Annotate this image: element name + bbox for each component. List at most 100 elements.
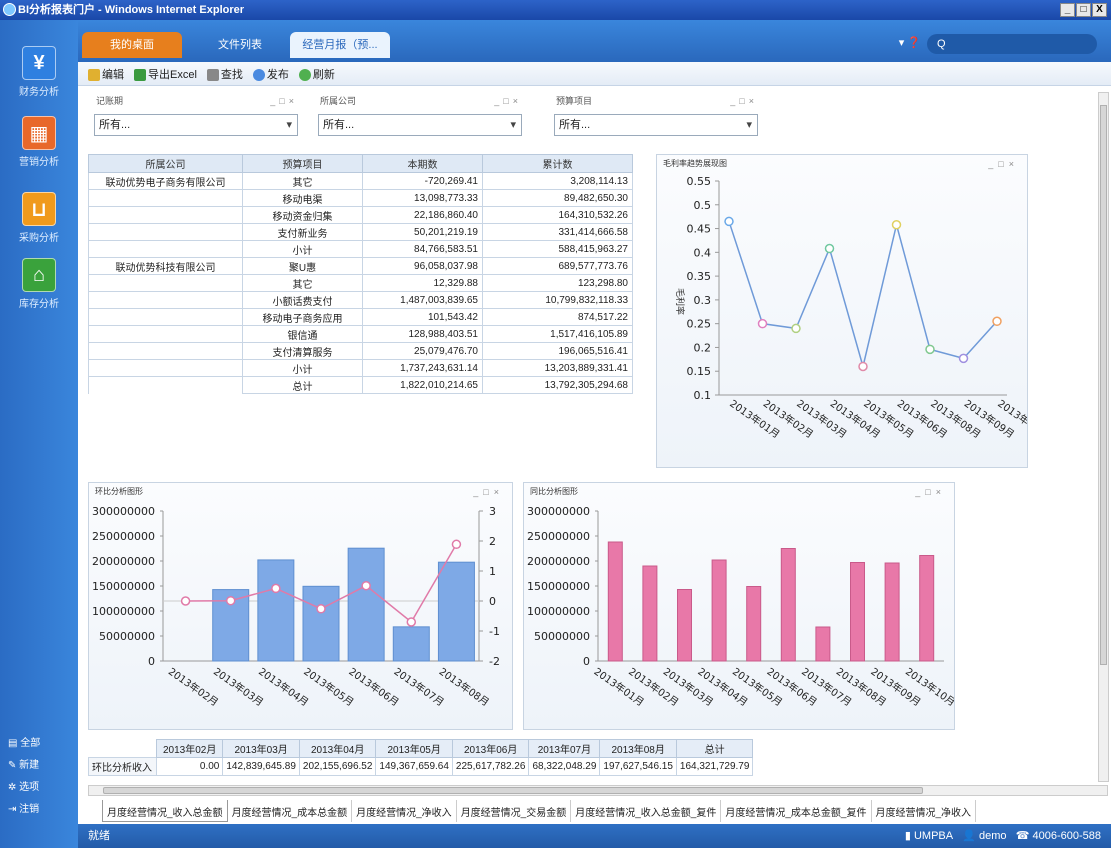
data-point <box>451 539 462 550</box>
horizontal-scrollbar[interactable] <box>88 785 1108 796</box>
sidebar-all[interactable]: ▤ 全部 <box>8 734 40 749</box>
cell-cumulative: 89,482,650.30 <box>482 189 633 207</box>
bar <box>711 559 727 662</box>
table-row: 联动优势电子商务有限公司 其它 -720,269.41 3,208,114.13 <box>88 172 633 190</box>
summary-col-header: 2013年07月 <box>528 739 601 758</box>
sidebar-item-finance[interactable]: ¥ 财务分析 <box>0 46 78 98</box>
sidebar-new-label: 新建 <box>19 760 40 771</box>
col-item: 预算项目 <box>242 154 363 173</box>
panel-controls[interactable]: _□× <box>915 483 946 501</box>
cell-current: 84,766,583.51 <box>362 240 483 258</box>
binoculars-icon <box>206 68 219 81</box>
summary-cell: 142,839,645.89 <box>222 757 300 776</box>
sheet-tab[interactable]: 月度经营情况_收入总金额_复件 <box>571 800 722 822</box>
find-button[interactable]: 查找 <box>206 66 243 82</box>
sheet-tab[interactable]: 月度经营情况_净收入 <box>872 800 977 822</box>
panel-controls[interactable]: _□× <box>988 155 1019 173</box>
y-tick-label: 0 <box>583 655 590 668</box>
table-row: 移动资金归集 22,186,860.40 164,310,532.26 <box>88 206 633 224</box>
sidebar-item-label: 采购分析 <box>19 233 59 244</box>
table-row: 小计 1,737,243,631.14 13,203,889,331.41 <box>88 359 633 377</box>
pencil-icon <box>88 68 100 81</box>
sheet-tab[interactable]: 月度经营情况_净收入 <box>352 800 457 822</box>
cell-item: 小计 <box>242 240 363 258</box>
table-row: 总计 1,822,010,214.65 13,792,305,294.68 <box>88 376 633 394</box>
cell-current: 1,737,243,631.14 <box>362 359 483 377</box>
col-current: 本期数 <box>362 154 483 173</box>
sidebar-options[interactable]: ✲ 选项 <box>8 778 39 793</box>
y-tick-label: 150000000 <box>527 580 590 593</box>
publish-button[interactable]: 发布 <box>252 66 289 82</box>
search-input[interactable]: Q <box>927 34 1097 54</box>
panel-controls[interactable]: _□× <box>494 92 522 110</box>
tab-monthly-report[interactable]: 经营月报（预... <box>290 32 390 58</box>
sidebar-logout[interactable]: ⇥ 注销 <box>8 800 39 815</box>
cell-current: 25,079,476.70 <box>362 342 483 360</box>
summary-cell: 149,367,659.64 <box>375 757 453 776</box>
vertical-scrollbar[interactable] <box>1098 92 1109 782</box>
cell-current: 13,098,773.33 <box>362 189 483 207</box>
cell-company <box>88 189 243 207</box>
data-point <box>858 361 868 372</box>
sidebar-all-label: 全部 <box>20 738 41 749</box>
status-org: UMPBA <box>913 830 954 842</box>
filter-company-title: 所属公司 <box>320 96 357 106</box>
y-tick-label: 0.2 <box>694 341 712 354</box>
bar <box>884 562 900 662</box>
sidebar-new[interactable]: ✎ 新建 <box>8 756 39 771</box>
cell-item: 其它 <box>242 274 363 292</box>
scroll-thumb[interactable] <box>103 787 923 794</box>
cell-current: 12,329.88 <box>362 274 483 292</box>
mom-analysis-panel: 环比分析图形 _□× 300000000 250000000 200000000 150… <box>88 482 513 730</box>
maximize-button[interactable]: □ <box>1076 3 1091 17</box>
sidebar-item-purchase[interactable]: ⊔ 采购分析 <box>0 192 78 244</box>
refresh-button[interactable]: 刷新 <box>298 66 335 82</box>
cell-item: 总计 <box>242 376 363 394</box>
cell-item: 聚U惠 <box>242 257 363 275</box>
filter-period-select[interactable]: 所有... <box>94 114 298 136</box>
sheet-tab[interactable]: 月度经营情况_交易金额 <box>457 800 572 822</box>
sheet-tab[interactable]: 月度经营情况_收入总金额 <box>102 800 228 822</box>
sidebar-item-label: 财务分析 <box>19 87 59 98</box>
sidebar-item-inventory[interactable]: ⌂ 库存分析 <box>0 258 78 310</box>
sidebar: ¥ 财务分析 ▦ 营销分析 ⊔ 采购分析 ⌂ 库存分析 ▤ 全部 ✎ 新建 ✲ … <box>0 20 78 848</box>
summary-col-header: 总计 <box>675 739 754 758</box>
y-tick-label: 0.55 <box>687 175 712 188</box>
filter-company-select[interactable]: 所有... <box>318 114 522 136</box>
help-icon[interactable]: ▾ ❓ <box>899 36 921 49</box>
data-point <box>824 243 835 254</box>
cell-current: 22,186,860.40 <box>362 206 483 224</box>
filter-period-title: 记账期 <box>96 96 124 106</box>
status-user: demo <box>979 830 1007 842</box>
filter-period: 记账期 _□× 所有... <box>88 92 304 142</box>
scroll-thumb[interactable] <box>1100 105 1107 665</box>
cell-cumulative: 13,203,889,331.41 <box>482 359 633 377</box>
y-axis-label: 毛利率 <box>674 288 686 315</box>
panel-controls[interactable]: _□× <box>473 483 504 501</box>
yen-icon: ¥ <box>22 46 56 80</box>
bar <box>642 565 658 662</box>
edit-button[interactable]: 编辑 <box>88 66 124 82</box>
minimize-button[interactable]: _ <box>1060 3 1075 17</box>
cell-cumulative: 874,517.22 <box>482 308 633 326</box>
tab-my-desktop[interactable]: 我的桌面 <box>82 32 182 58</box>
sheet-tab[interactable]: 月度经营情况_成本总金额 <box>228 800 353 822</box>
sidebar-item-marketing[interactable]: ▦ 营销分析 <box>0 116 78 168</box>
close-button[interactable]: X <box>1092 3 1107 17</box>
y2-tick-label: 1 <box>489 565 496 578</box>
cell-current: 101,543.42 <box>362 308 483 326</box>
data-point <box>757 318 768 329</box>
filter-budget-select[interactable]: 所有... <box>554 114 758 136</box>
sheet-tab[interactable]: 月度经营情况_成本总金额_复件 <box>721 800 872 822</box>
panel-controls[interactable]: _□× <box>270 92 298 110</box>
summary-col-header: 2013年08月 <box>599 739 677 758</box>
y-tick-label: 50000000 <box>534 630 590 643</box>
export-excel-button[interactable]: 导出Excel <box>134 66 197 82</box>
window-controls: _ □ X <box>1060 3 1107 17</box>
sidebar-logout-label: 注销 <box>19 804 40 815</box>
tab-file-list[interactable]: 文件列表 <box>190 32 290 58</box>
panel-controls[interactable]: _□× <box>730 92 758 110</box>
col-company: 所属公司 <box>88 154 243 173</box>
yoy-chart-title: 同比分析图形 <box>530 487 578 496</box>
cell-cumulative: 689,577,773.76 <box>482 257 633 275</box>
